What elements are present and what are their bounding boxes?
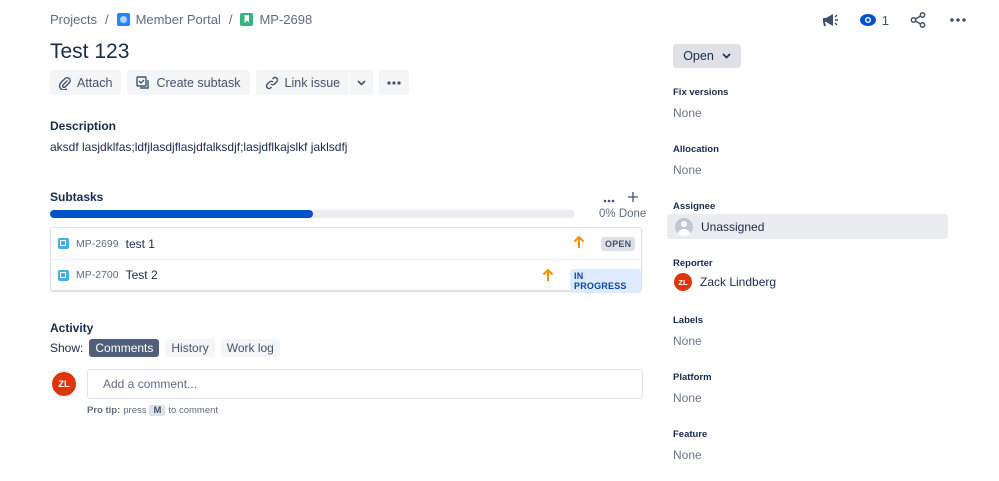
add-subtask-icon[interactable] xyxy=(627,190,639,206)
issue-actions: 1 xyxy=(819,9,969,31)
labels-label: Labels xyxy=(673,315,704,326)
platform-label: Platform xyxy=(673,372,712,383)
current-user-avatar: ZL xyxy=(52,372,76,396)
subtask-row[interactable]: MP-2700 Test 2 IN PROGRESS xyxy=(51,259,641,293)
subtask-progress-fill xyxy=(50,210,313,218)
activity-filter-row: Show: Comments History Work log xyxy=(50,339,280,357)
allocation-label: Allocation xyxy=(673,144,719,155)
subtask-summary[interactable]: Test 2 xyxy=(126,268,158,282)
attach-button[interactable]: Attach xyxy=(50,70,122,95)
chevron-down-icon xyxy=(722,53,731,59)
subtask-list: MP-2699 test 1 OPEN MP-2700 Test 2 IN PR… xyxy=(50,227,642,293)
feature-value[interactable]: None xyxy=(673,448,702,462)
add-comment-input[interactable]: Add a comment... xyxy=(87,369,643,399)
status-dropdown-button[interactable]: Open xyxy=(673,44,741,68)
toolbar-more-button[interactable] xyxy=(379,70,410,95)
priority-high-icon xyxy=(542,268,554,281)
link-icon xyxy=(265,76,278,89)
create-subtask-button[interactable]: Create subtask xyxy=(127,70,250,95)
protip-suffix: to comment xyxy=(168,405,219,416)
subtask-progress-bar xyxy=(50,210,575,218)
reporter-label: Reporter xyxy=(673,258,713,269)
protip-press: press xyxy=(123,405,147,416)
more-actions-icon[interactable] xyxy=(947,9,969,31)
filter-history-button[interactable]: History xyxy=(165,339,215,357)
reporter-avatar: ZL xyxy=(674,273,692,291)
attach-label: Attach xyxy=(77,75,113,90)
subtasks-heading: Subtasks xyxy=(50,190,104,204)
breadcrumb: Projects / Member Portal / MP-2698 xyxy=(50,12,312,27)
issue-title[interactable]: Test 123 xyxy=(50,40,129,64)
priority-high-icon xyxy=(573,235,585,248)
feedback-megaphone-icon[interactable] xyxy=(819,9,841,31)
description-heading: Description xyxy=(50,119,117,133)
unassigned-avatar-icon xyxy=(675,217,693,236)
subtask-status-badge[interactable]: IN PROGRESS xyxy=(570,269,641,293)
link-issue-group: Link issue xyxy=(255,70,374,95)
subtask-tools xyxy=(603,190,639,206)
subtask-icon xyxy=(136,75,150,89)
chevron-down-icon xyxy=(357,79,366,86)
issue-toolbar: Attach Create subtask Link issue xyxy=(50,70,410,95)
more-icon xyxy=(387,80,401,85)
subtask-key[interactable]: MP-2700 xyxy=(76,269,119,281)
subtask-key[interactable]: MP-2699 xyxy=(76,238,119,250)
link-issue-dropdown-button[interactable] xyxy=(350,70,374,95)
pro-tip: Pro tip: press M to comment xyxy=(87,405,218,416)
breadcrumb-separator: / xyxy=(228,12,233,27)
protip-key: M xyxy=(149,405,166,416)
reporter-field[interactable]: ZL Zack Lindberg xyxy=(674,273,776,291)
show-label: Show: xyxy=(50,341,84,355)
labels-value[interactable]: None xyxy=(673,334,702,348)
assignee-field[interactable]: Unassigned xyxy=(667,214,948,239)
assignee-label: Assignee xyxy=(673,201,716,212)
activity-heading: Activity xyxy=(50,321,94,335)
protip-label: Pro tip: xyxy=(87,405,121,416)
fix-versions-value[interactable]: None xyxy=(673,106,702,120)
allocation-value[interactable]: None xyxy=(673,163,702,177)
breadcrumb-projects[interactable]: Projects xyxy=(50,12,97,27)
status-label: Open xyxy=(683,49,714,63)
breadcrumb-project[interactable]: Member Portal xyxy=(136,12,221,27)
feature-label: Feature xyxy=(673,429,708,440)
share-icon[interactable] xyxy=(907,9,929,31)
subtask-progress-text: 0% Done xyxy=(599,208,647,220)
filter-worklog-button[interactable]: Work log xyxy=(220,339,280,357)
subtask-type-icon xyxy=(58,269,69,281)
link-issue-button[interactable]: Link issue xyxy=(255,70,350,95)
story-type-icon xyxy=(240,13,254,26)
filter-comments-button[interactable]: Comments xyxy=(89,339,160,357)
subtask-row[interactable]: MP-2699 test 1 OPEN xyxy=(51,228,641,259)
link-issue-label: Link issue xyxy=(284,75,341,90)
watch-count: 1 xyxy=(881,12,889,28)
subtask-more-icon[interactable] xyxy=(603,190,615,206)
eye-icon xyxy=(859,14,876,26)
breadcrumb-separator: / xyxy=(104,12,109,27)
fix-versions-label: Fix versions xyxy=(673,87,729,98)
description-text[interactable]: aksdf lasjdklfas;ldfjlasdjflasjdfalksdjf… xyxy=(50,140,347,154)
create-subtask-label: Create subtask xyxy=(156,75,241,90)
watch-button[interactable]: 1 xyxy=(859,13,889,28)
project-avatar-icon xyxy=(116,13,130,26)
subtask-summary[interactable]: test 1 xyxy=(126,237,155,251)
platform-value[interactable]: None xyxy=(673,391,702,405)
reporter-value: Zack Lindberg xyxy=(700,275,777,289)
subtask-type-icon xyxy=(58,238,69,249)
breadcrumb-issue-key[interactable]: MP-2698 xyxy=(259,12,312,27)
assignee-value: Unassigned xyxy=(701,219,765,234)
subtask-status-badge[interactable]: OPEN xyxy=(601,237,636,251)
paperclip-icon xyxy=(59,76,71,90)
